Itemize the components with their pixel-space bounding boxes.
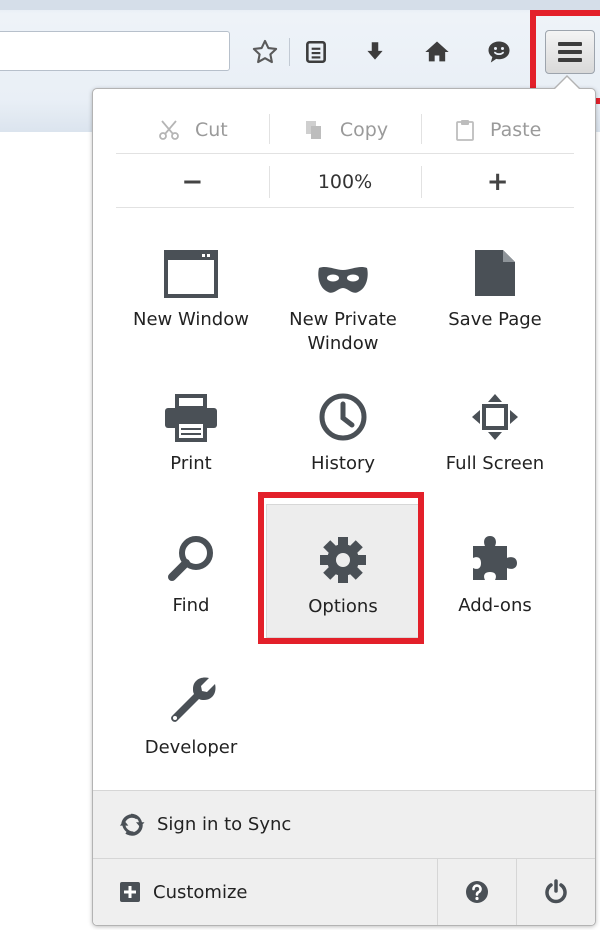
puzzle-icon bbox=[473, 536, 517, 580]
sync-label: Sign in to Sync bbox=[157, 814, 292, 835]
zoom-reset-button[interactable]: 100% bbox=[268, 156, 422, 207]
paste-button[interactable]: Paste bbox=[421, 106, 574, 153]
printer-icon bbox=[165, 394, 217, 442]
sync-icon bbox=[119, 813, 145, 836]
minus-icon: − bbox=[181, 166, 204, 197]
clock-icon bbox=[319, 393, 367, 441]
chat-bubble-icon bbox=[488, 41, 510, 63]
sign-in-sync-button[interactable]: Sign in to Sync bbox=[93, 790, 595, 858]
chat-button[interactable] bbox=[480, 32, 518, 72]
cut-button[interactable]: Cut bbox=[116, 106, 269, 153]
copy-icon bbox=[305, 120, 321, 139]
add-ons-button[interactable]: Add-ons bbox=[418, 518, 572, 654]
window-icon bbox=[164, 250, 218, 298]
fullscreen-icon bbox=[472, 394, 518, 440]
wrench-icon bbox=[171, 677, 216, 722]
print-button[interactable]: Print bbox=[114, 376, 268, 512]
bookmarks-menu-button[interactable] bbox=[297, 32, 335, 72]
help-button[interactable] bbox=[437, 859, 516, 925]
downloads-button[interactable] bbox=[356, 32, 394, 72]
grid-label: Save Page bbox=[448, 309, 542, 330]
customize-button[interactable]: Customize bbox=[93, 859, 437, 925]
grid-label: Developer bbox=[144, 737, 238, 758]
grid-label: New Private Window bbox=[289, 309, 397, 354]
copy-button[interactable]: Copy bbox=[268, 106, 422, 153]
new-window-button[interactable]: New Window bbox=[114, 232, 268, 368]
url-bar[interactable] bbox=[0, 31, 230, 71]
clipboard-icon bbox=[456, 119, 474, 141]
scissors-icon bbox=[159, 119, 179, 140]
bookmarks-list-icon bbox=[306, 40, 326, 64]
download-arrow-icon bbox=[367, 42, 383, 60]
open-menu-button[interactable] bbox=[545, 30, 595, 74]
find-button[interactable]: Find bbox=[114, 518, 268, 654]
new-private-window-button[interactable]: New Private Window bbox=[266, 232, 420, 368]
edit-controls: Cut Copy Paste bbox=[116, 106, 574, 154]
zoom-out-button[interactable]: − bbox=[116, 156, 269, 207]
paste-label: Paste bbox=[490, 118, 542, 141]
magnifier-icon bbox=[168, 536, 213, 581]
grid-label: New Window bbox=[133, 309, 249, 330]
cut-label: Cut bbox=[194, 118, 228, 141]
home-button[interactable] bbox=[418, 32, 456, 72]
grid-label: Options bbox=[308, 596, 378, 617]
grid-label: Add-ons bbox=[458, 595, 532, 616]
zoom-controls: − 100% + bbox=[116, 156, 574, 208]
footer-bar: Customize bbox=[93, 858, 595, 925]
bookmark-star-button[interactable] bbox=[246, 32, 284, 72]
quit-button[interactable] bbox=[516, 859, 595, 925]
toolbar-separator bbox=[289, 38, 290, 66]
plus-box-icon bbox=[120, 882, 140, 902]
history-button[interactable]: History bbox=[266, 376, 420, 512]
page-icon bbox=[475, 250, 515, 296]
grid-label: History bbox=[310, 453, 376, 474]
zoom-level: 100% bbox=[317, 170, 373, 193]
options-button[interactable]: Options bbox=[266, 504, 420, 638]
grid-label: Find bbox=[172, 595, 210, 616]
mask-icon bbox=[318, 267, 368, 293]
hamburger-icon bbox=[558, 42, 582, 46]
full-screen-button[interactable]: Full Screen bbox=[418, 376, 572, 512]
tab-strip bbox=[0, 0, 600, 10]
save-page-button[interactable]: Save Page bbox=[418, 232, 572, 368]
plus-icon: + bbox=[486, 166, 509, 197]
home-icon bbox=[425, 41, 449, 62]
customize-label: Customize bbox=[153, 881, 248, 903]
star-icon bbox=[252, 39, 278, 64]
power-icon bbox=[545, 879, 567, 904]
grid-label: Print bbox=[170, 453, 212, 474]
developer-button[interactable]: Developer bbox=[114, 660, 268, 796]
copy-label: Copy bbox=[339, 118, 389, 141]
zoom-in-button[interactable]: + bbox=[421, 156, 574, 207]
grid-label: Full Screen bbox=[445, 453, 545, 474]
gear-icon bbox=[320, 537, 366, 583]
help-icon bbox=[466, 881, 488, 903]
